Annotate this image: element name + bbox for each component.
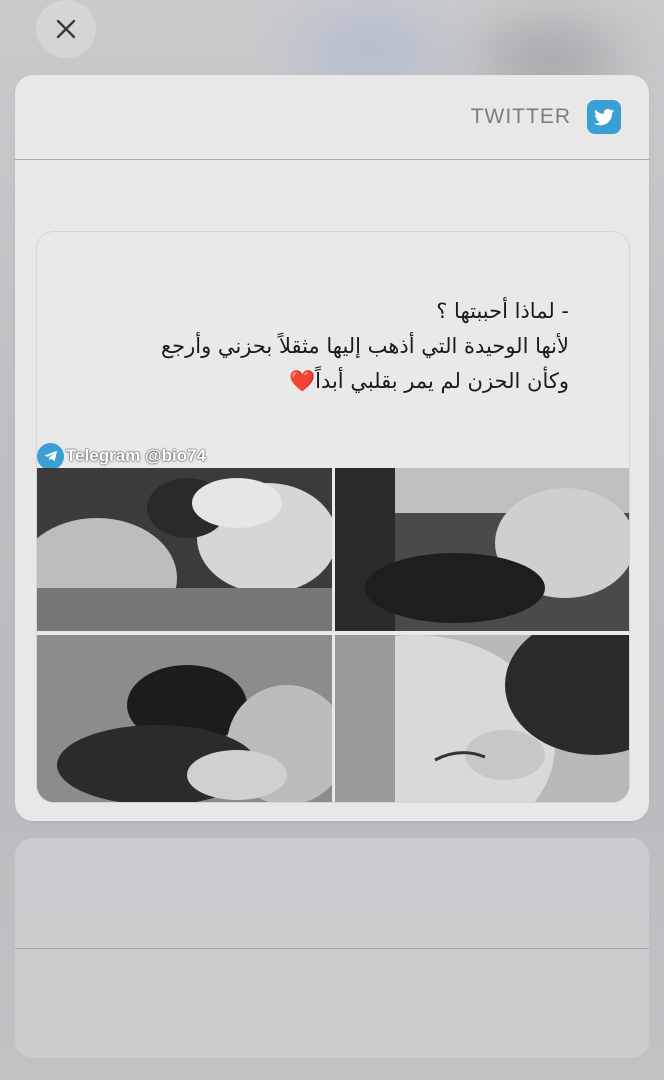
photo-car-hug (335, 468, 629, 631)
photo-couple-sleeping (37, 468, 332, 631)
watermark: Telegram @bio74 (37, 442, 206, 470)
post-line-1: - لماذا أحببتها ؟ (436, 299, 569, 323)
photo-collage (37, 468, 629, 802)
heart-emoji: ❤️ (288, 369, 316, 393)
card-header: TWITTER (15, 75, 649, 160)
close-icon (56, 19, 76, 39)
telegram-icon (37, 442, 64, 470)
post-line-3: وكأن الحزن لم يمر بقلبي أبداً❤️ (49, 364, 569, 399)
watermark-text: Telegram @bio74 (66, 446, 207, 465)
card-divider (15, 948, 649, 949)
twitter-icon (587, 100, 621, 134)
app-name: TWITTER (470, 105, 571, 128)
secondary-card (15, 838, 649, 1058)
post-line-2: لأنها الوحيدة التي أذهب إليها مثقلاً بحز… (160, 334, 569, 358)
photo-couple-embrace (37, 635, 332, 802)
close-button[interactable] (36, 0, 96, 58)
post-text: - لماذا أحببتها ؟ لأنها الوحيدة التي أذه… (49, 294, 569, 399)
post-line-3-text: وكأن الحزن لم يمر بقلبي أبداً (315, 369, 569, 393)
photo-forehead-kiss (335, 635, 629, 802)
post-content: - لماذا أحببتها ؟ لأنها الوحيدة التي أذه… (36, 231, 630, 803)
background-blur (300, 20, 440, 80)
share-preview-card: TWITTER - لماذا أحببتها ؟ لأنها الوحيدة … (15, 75, 649, 821)
